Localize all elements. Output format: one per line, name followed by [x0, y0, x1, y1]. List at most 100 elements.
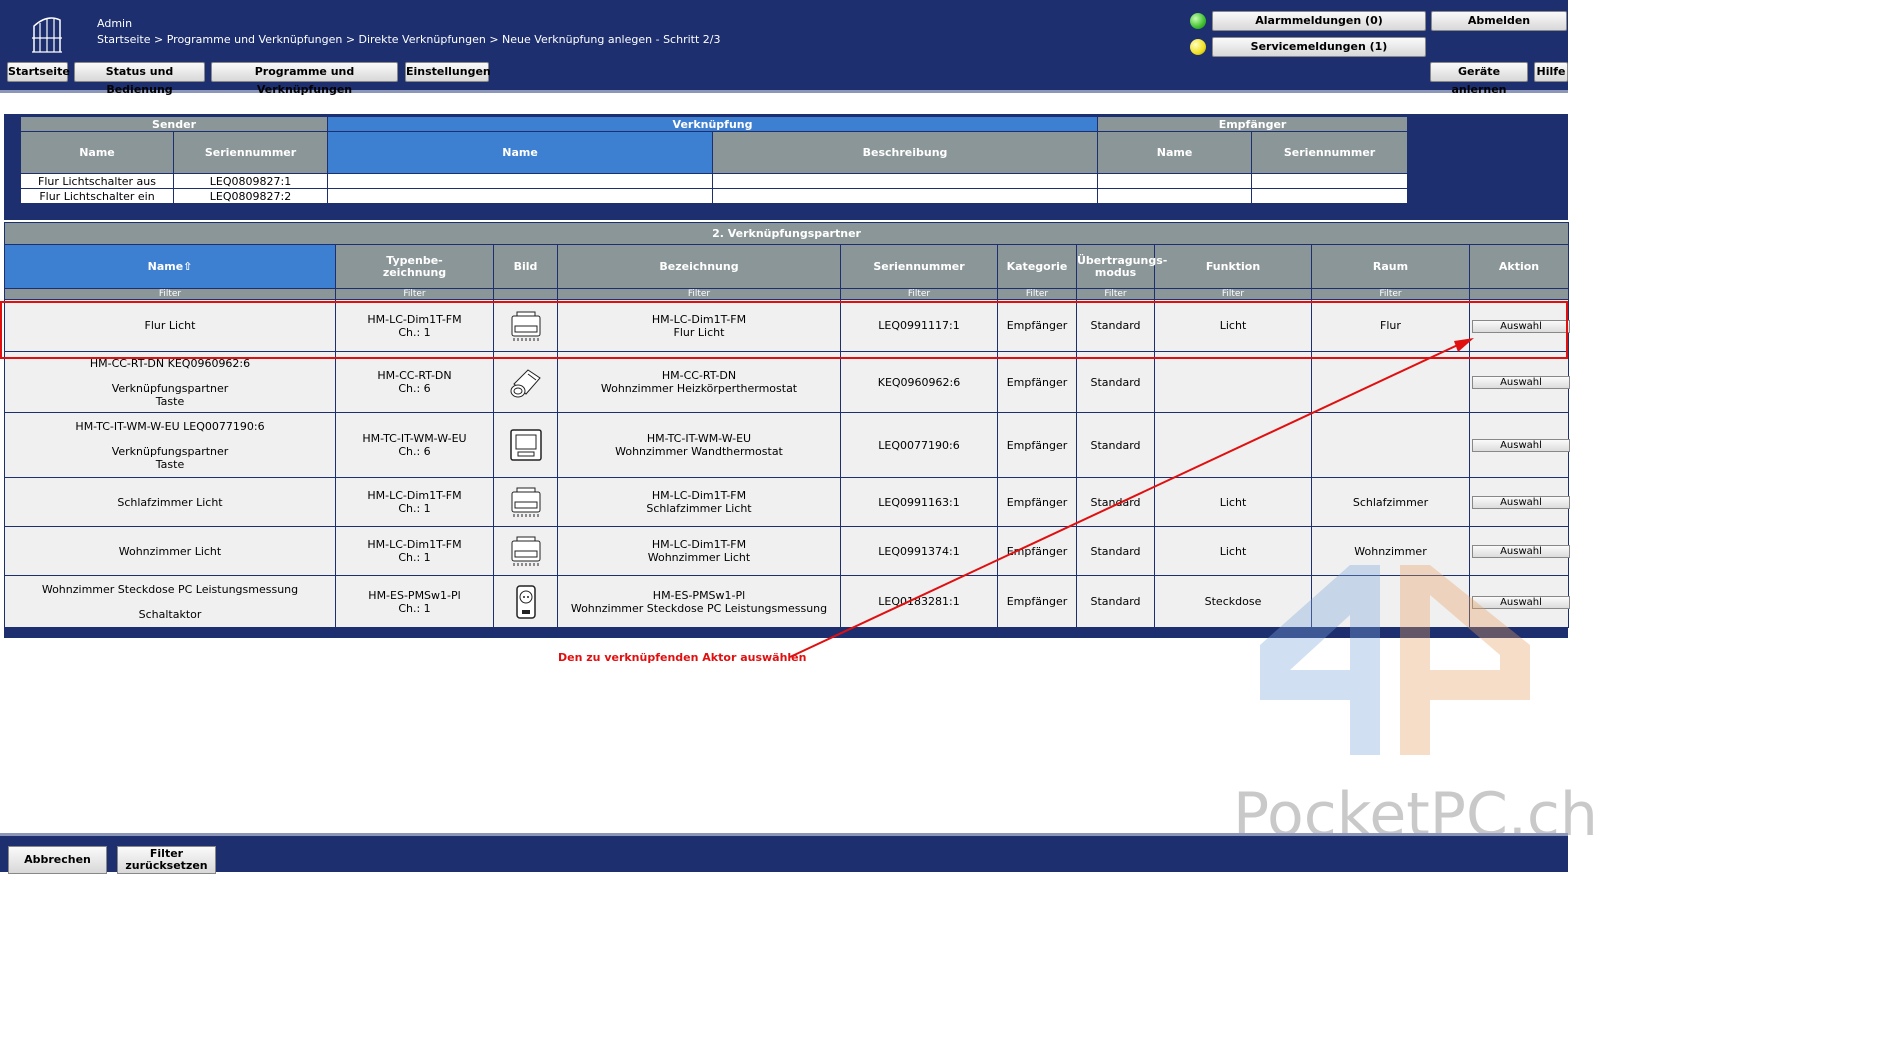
- partner-serial: KEQ0960962:6: [840, 351, 998, 413]
- sender-serial: LEQ0809827:1: [172, 173, 329, 189]
- link-name-cell: [327, 188, 714, 204]
- table-row[interactable]: Flur Licht HM-LC-Dim1T-FM Ch.: 1 HM-LC-Di…: [4, 299, 1570, 352]
- partner-name-line2: Verknüpfungspartner: [111, 381, 229, 395]
- group-receiver: Empfänger: [1097, 116, 1409, 132]
- col-name-sorted[interactable]: Name⇧: [4, 244, 336, 289]
- alarm-status-led: [1190, 13, 1206, 29]
- alarm-messages-button[interactable]: Alarmmeldungen (0): [1212, 11, 1426, 31]
- filter-mode[interactable]: Filter: [1076, 288, 1155, 300]
- sort-arrow-icon: ⇧: [183, 260, 193, 273]
- filter-serial[interactable]: Filter: [840, 288, 998, 300]
- partner-mode: Standard: [1076, 575, 1155, 628]
- partner-name-line1: Wohnzimmer Licht: [118, 544, 222, 558]
- link-name-cell: [327, 173, 714, 189]
- sender-table: Sender Verknüpfung Empfänger Name Serien…: [19, 116, 1409, 204]
- channel-line: Ch.: 1: [398, 502, 431, 515]
- partner-name-line1: HM-TC-IT-WM-W-EU LEQ0077190:6: [75, 419, 265, 433]
- radiator-thermostat-icon: [510, 369, 541, 398]
- partner-label: HM-LC-Dim1T-FM Wohnzimmer Licht: [557, 526, 841, 576]
- receiver-serial-cell: [1251, 173, 1409, 189]
- partner-action: Auswahl: [1468, 351, 1570, 413]
- channel-line: Ch.: 1: [398, 551, 431, 564]
- col-function: Funktion: [1154, 244, 1312, 289]
- current-user: Admin: [97, 17, 133, 30]
- partner-type: HM-CC-RT-DN Ch.: 6: [335, 351, 494, 413]
- label-line1: HM-LC-Dim1T-FM: [651, 489, 747, 502]
- partner-image: [493, 575, 558, 628]
- nav-programme-und-verknuepfungen[interactable]: Programme und Verknüpfungen: [211, 62, 398, 96]
- partner-function: [1154, 412, 1312, 478]
- col-action: Aktion: [1468, 244, 1570, 289]
- partner-name-line3: Taste: [155, 457, 185, 471]
- partner-category: Empfänger: [997, 412, 1077, 478]
- partner-name-line1: HM-CC-RT-DN KEQ0960962:6: [89, 356, 251, 370]
- reset-filter-button[interactable]: Filter zurücksetzen: [117, 846, 216, 874]
- partner-serial: LEQ0183281:1: [840, 575, 998, 628]
- filter-name[interactable]: Filter: [4, 288, 336, 300]
- nav-einstellungen[interactable]: Einstellungen: [405, 62, 491, 82]
- type-line: HM-CC-RT-DN: [377, 369, 452, 382]
- partner-name-line2: Verknüpfungspartner: [111, 444, 229, 458]
- partner-image: [493, 299, 558, 352]
- filter-label[interactable]: Filter: [557, 288, 841, 300]
- partner-name: Wohnzimmer Licht: [4, 526, 336, 576]
- cancel-button[interactable]: Abbrechen: [8, 846, 107, 874]
- filter-category[interactable]: Filter: [997, 288, 1077, 300]
- filter-room[interactable]: Filter: [1311, 288, 1470, 300]
- col-link-desc: Beschreibung: [712, 131, 1099, 174]
- partner-label: HM-CC-RT-DN Wohnzimmer Heizkörperthermost…: [557, 351, 841, 413]
- partner-name-line3: Schaltaktor: [138, 607, 202, 621]
- partner-name: HM-CC-RT-DN KEQ0960962:6 Verknüpfungspart…: [4, 351, 336, 413]
- partner-serial: LEQ0991117:1: [840, 299, 998, 352]
- teach-devices-button[interactable]: Geräte anlernen: [1430, 62, 1528, 96]
- link-desc-cell: [712, 173, 1099, 189]
- partner-type: HM-LC-Dim1T-FM Ch.: 1: [335, 526, 494, 576]
- col-sender-name: Name: [20, 131, 174, 174]
- select-button[interactable]: Auswahl: [1472, 319, 1570, 333]
- partner-label: HM-LC-Dim1T-FM Flur Licht: [557, 299, 841, 352]
- partner-name: Flur Licht: [4, 299, 336, 352]
- partner-serial: LEQ0077190:6: [840, 412, 998, 478]
- partner-room: [1311, 351, 1470, 413]
- col-type: Typenbe- zeichnung: [335, 244, 494, 289]
- service-messages-button[interactable]: Servicemeldungen (1): [1212, 37, 1426, 57]
- label-line1: HM-LC-Dim1T-FM: [651, 538, 747, 551]
- partner-name-line1: Wohnzimmer Steckdose PC Leistungsmessung: [41, 582, 299, 596]
- partner-image: [493, 526, 558, 576]
- table-row[interactable]: HM-CC-RT-DN KEQ0960962:6 Verknüpfungspart…: [4, 351, 1570, 413]
- partner-type: HM-ES-PMSw1-Pl Ch.: 1: [335, 575, 494, 628]
- label-line2: Wohnzimmer Steckdose PC Leistungsmessung: [570, 601, 828, 615]
- select-button[interactable]: Auswahl: [1472, 376, 1570, 389]
- channel-line: Ch.: 6: [398, 445, 431, 458]
- label-line1: HM-TC-IT-WM-W-EU: [646, 432, 752, 445]
- select-button[interactable]: Auswahl: [1472, 439, 1570, 452]
- filter-function[interactable]: Filter: [1154, 288, 1312, 300]
- partner-room: Flur: [1311, 299, 1470, 352]
- col-mode: Übertragungs- modus: [1076, 244, 1167, 289]
- col-sender-serial: Seriennummer: [172, 131, 329, 174]
- dimmer-icon: [511, 487, 540, 517]
- receiver-name-cell: [1097, 173, 1253, 189]
- partner-category: Empfänger: [997, 299, 1077, 352]
- partner-label: HM-ES-PMSw1-Pl Wohnzimmer Steckdose PC Le…: [557, 575, 841, 628]
- table-row[interactable]: Schlafzimmer Licht HM-LC-Dim1T-FM Ch.: 1 …: [4, 477, 1570, 527]
- nav-startseite[interactable]: Startseite: [7, 62, 70, 82]
- pocketpc-watermark-logo-icon: [1260, 565, 1530, 755]
- select-button[interactable]: Auswahl: [1472, 496, 1570, 509]
- partner-function: [1154, 351, 1312, 413]
- sender-panel: Sender Verknüpfung Empfänger Name Serien…: [4, 114, 1568, 220]
- nav-status-und-bedienung[interactable]: Status und Bedienung: [74, 62, 205, 96]
- table-row[interactable]: HM-TC-IT-WM-W-EU LEQ0077190:6 Verknüpfung…: [4, 412, 1570, 478]
- logout-button[interactable]: Abmelden: [1431, 11, 1567, 31]
- col-receiver-serial: Seriennummer: [1251, 131, 1409, 174]
- filter-type[interactable]: Filter: [335, 288, 494, 300]
- partner-image: [493, 351, 558, 413]
- partner-label: HM-LC-Dim1T-FM Schlafzimmer Licht: [557, 477, 841, 527]
- label-line1: HM-ES-PMSw1-Pl: [652, 588, 746, 602]
- partner-category: Empfänger: [997, 575, 1077, 628]
- type-line: HM-LC-Dim1T-FM: [367, 538, 462, 551]
- help-button[interactable]: Hilfe: [1534, 62, 1568, 82]
- channel-line: Ch.: 1: [398, 601, 431, 615]
- col-room: Raum: [1311, 244, 1470, 289]
- sender-serial: LEQ0809827:2: [172, 188, 329, 204]
